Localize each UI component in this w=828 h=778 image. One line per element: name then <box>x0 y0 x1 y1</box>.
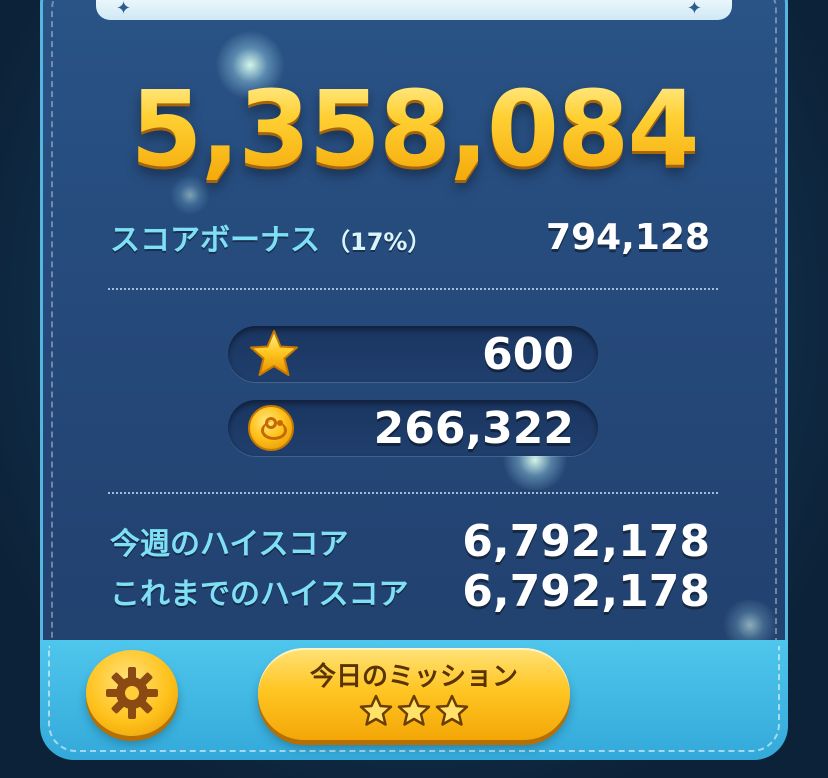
coins-earned-row: 266,322 <box>228 400 598 456</box>
mission-star-icon <box>435 694 469 726</box>
divider <box>108 492 718 494</box>
coins-earned-value: 266,322 <box>373 402 574 454</box>
all-time-high-score-label: これまでのハイスコア <box>110 577 409 612</box>
mission-stars <box>359 694 469 726</box>
settings-button[interactable] <box>86 650 178 736</box>
all-time-high-score-value: 6,792,178 <box>462 565 710 617</box>
gear-icon <box>106 667 158 719</box>
sparkle-icon: ✦ <box>686 0 702 19</box>
mission-star-icon <box>359 694 393 726</box>
score-bonus-value: 794,128 <box>546 216 710 258</box>
todays-mission-label: 今日のミッション <box>309 662 518 692</box>
score-bonus-row: スコアボーナス （17%） 794,128 <box>110 212 710 262</box>
weekly-high-score-row: 今週のハイスコア 6,792,178 <box>110 515 710 567</box>
title-tab: ✦ ✦ <box>96 0 732 20</box>
stars-earned-value: 600 <box>482 328 574 380</box>
total-score: 5,358,084 <box>0 68 828 190</box>
score-bonus-percent: （17%） <box>326 228 432 256</box>
divider <box>108 288 718 290</box>
all-time-high-score-row: これまでのハイスコア 6,792,178 <box>110 565 710 617</box>
weekly-high-score-label: 今週のハイスコア <box>110 527 349 562</box>
coin-icon <box>248 405 294 451</box>
todays-mission-button[interactable]: 今日のミッション <box>258 648 570 740</box>
star-icon <box>250 330 298 376</box>
sparkle-icon: ✦ <box>116 0 132 19</box>
score-bonus-label: スコアボーナス （17%） <box>110 223 432 258</box>
mission-star-icon <box>397 694 431 726</box>
weekly-high-score-value: 6,792,178 <box>462 515 710 567</box>
stars-earned-row: 600 <box>228 326 598 382</box>
